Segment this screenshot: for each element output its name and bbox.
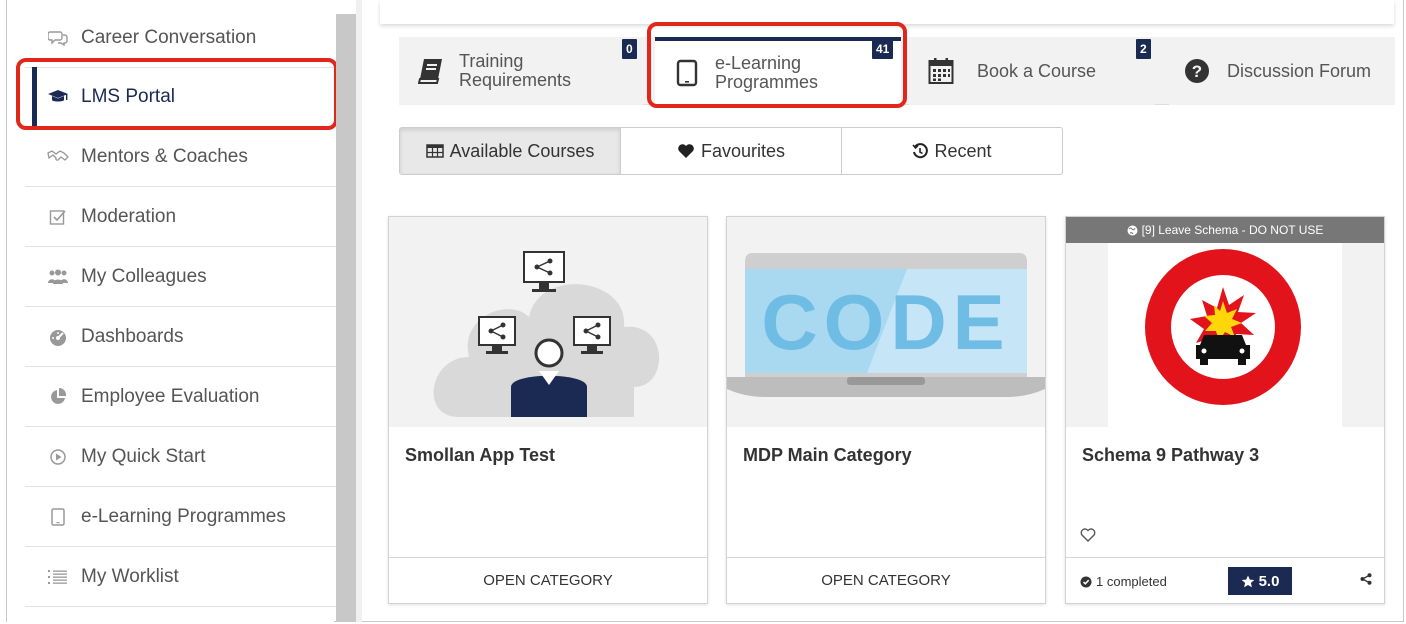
users-icon — [47, 266, 69, 288]
tab-label: Training Requirements — [459, 51, 572, 90]
calendar-icon — [927, 57, 955, 85]
history-icon — [912, 143, 929, 159]
star-icon — [1241, 575, 1255, 588]
course-card-image: CODE — [727, 217, 1045, 427]
sidebar-item-lms-portal[interactable]: LMS Portal — [25, 67, 341, 127]
sidebar-item-label: e-Learning Programmes — [81, 505, 286, 527]
sidebar-item-my-quick-start[interactable]: My Quick Start — [25, 427, 341, 487]
sidebar-item-employee-evaluation[interactable]: Employee Evaluation — [25, 367, 341, 427]
chat-bubbles-icon — [47, 27, 69, 49]
dashboard-gauge-icon — [47, 326, 69, 348]
filter-recent[interactable]: Recent — [842, 128, 1062, 174]
sidebar-item-label: Moderation — [81, 205, 177, 227]
tab-count-badge: 41 — [872, 39, 894, 59]
sidebar-item-career-conversation[interactable]: Career Conversation — [25, 8, 341, 68]
favourite-heart-icon[interactable] — [1080, 528, 1096, 547]
schema-ribbon: [9] Leave Schema - DO NOT USE — [1066, 217, 1384, 243]
sidebar-item-label: LMS Portal — [81, 85, 175, 107]
laptop-screen-text: CODE — [761, 278, 1010, 366]
open-category-button[interactable]: OPEN CATEGORY — [389, 557, 707, 603]
filter-label: Favourites — [700, 140, 786, 161]
book-icon — [417, 57, 445, 85]
tablet-icon — [47, 506, 69, 528]
rating-badge: 5.0 — [1228, 567, 1292, 595]
tab-bar: Training Requirements 0 e-Learning Progr… — [399, 37, 1395, 105]
sidebar-item-moderation[interactable]: Moderation — [25, 187, 341, 247]
sidebar-item-label: My Colleagues — [81, 265, 207, 287]
filter-label: Available Courses — [449, 140, 595, 161]
graduation-cap-icon — [47, 86, 69, 108]
filter-available-courses[interactable]: Available Courses — [400, 128, 621, 174]
filter-label: Recent — [934, 140, 992, 161]
svg-text:?: ? — [1192, 62, 1202, 81]
course-card-title: Schema 9 Pathway 3 — [1082, 445, 1260, 465]
tab-training-requirements[interactable]: Training Requirements 0 — [399, 37, 643, 105]
share-icon[interactable] — [1360, 572, 1372, 589]
table-icon — [425, 144, 444, 158]
sidebar-item-e-learning-programmes[interactable]: e-Learning Programmes — [25, 487, 341, 547]
course-card-title: Smollan App Test — [405, 445, 556, 465]
tab-book-a-course[interactable]: Book a Course 2 — [909, 37, 1155, 105]
list-icon — [47, 566, 69, 588]
course-filter-group: Available Courses Favourites Recent — [399, 127, 1063, 175]
course-card[interactable]: Smollan App Test OPEN CATEGORY — [388, 216, 708, 604]
tab-e-learning-programmes[interactable]: e-Learning Programmes 41 — [655, 37, 901, 105]
check-circle-icon — [1080, 576, 1092, 588]
course-card[interactable]: [9] Leave Schema - DO NOT USE Schema 9 P… — [1065, 216, 1385, 604]
handshake-icon — [47, 146, 69, 168]
card-footer: 1 completed 5.0 — [1066, 557, 1384, 603]
pie-chart-icon — [47, 386, 69, 408]
open-category-button[interactable]: OPEN CATEGORY — [727, 557, 1045, 603]
sidebar-item-dashboards[interactable]: Dashboards — [25, 307, 341, 367]
tab-label: Book a Course — [977, 60, 1097, 81]
sidebar-item-label: Mentors & Coaches — [81, 145, 248, 167]
tab-discussion-forum[interactable]: ? Discussion Forum — [1169, 37, 1395, 105]
completion-status: 1 completed — [1080, 574, 1167, 589]
tablet-icon — [673, 59, 701, 87]
tab-label: Discussion Forum — [1227, 60, 1372, 81]
sidebar-scrollbar[interactable] — [336, 14, 356, 622]
top-panel-edge — [380, 0, 1394, 24]
sidebar-item-label: Dashboards — [81, 325, 184, 347]
sidebar-item-label: My Worklist — [81, 565, 179, 587]
sidebar-item-label: Employee Evaluation — [81, 385, 260, 407]
sidebar-item-label: Career Conversation — [81, 26, 257, 48]
heart-icon — [677, 143, 695, 159]
sidebar: Career Conversation LMS Portal Mentors &… — [7, 0, 341, 622]
tab-count-badge: 2 — [1136, 39, 1151, 59]
sidebar-item-my-colleagues[interactable]: My Colleagues — [25, 247, 341, 307]
sidebar-scroll-track — [356, 0, 362, 622]
course-card-image — [389, 217, 707, 427]
laptop-code-illustration: CODE — [727, 217, 1045, 427]
course-card[interactable]: CODE MDP Main Category OPEN CATEGORY — [726, 216, 1046, 604]
play-circle-icon — [47, 446, 69, 468]
network-person-illustration — [389, 217, 707, 427]
tab-count-badge: 0 — [622, 39, 637, 59]
ribbon-text: [9] Leave Schema - DO NOT USE — [1141, 223, 1324, 237]
tab-label: e-Learning Programmes — [715, 53, 819, 92]
no-vehicles-explosion-sign — [1066, 217, 1384, 427]
active-indicator — [32, 67, 37, 127]
question-circle-icon: ? — [1183, 57, 1211, 85]
filter-favourites[interactable]: Favourites — [621, 128, 842, 174]
sidebar-item-mentors-coaches[interactable]: Mentors & Coaches — [25, 127, 341, 187]
sidebar-item-label: My Quick Start — [81, 445, 206, 467]
course-card-image — [1066, 217, 1384, 427]
checkbox-pencil-icon — [47, 206, 69, 228]
globe-icon — [1127, 225, 1138, 236]
course-card-title: MDP Main Category — [743, 445, 912, 465]
sidebar-item-my-worklist[interactable]: My Worklist — [25, 547, 341, 607]
